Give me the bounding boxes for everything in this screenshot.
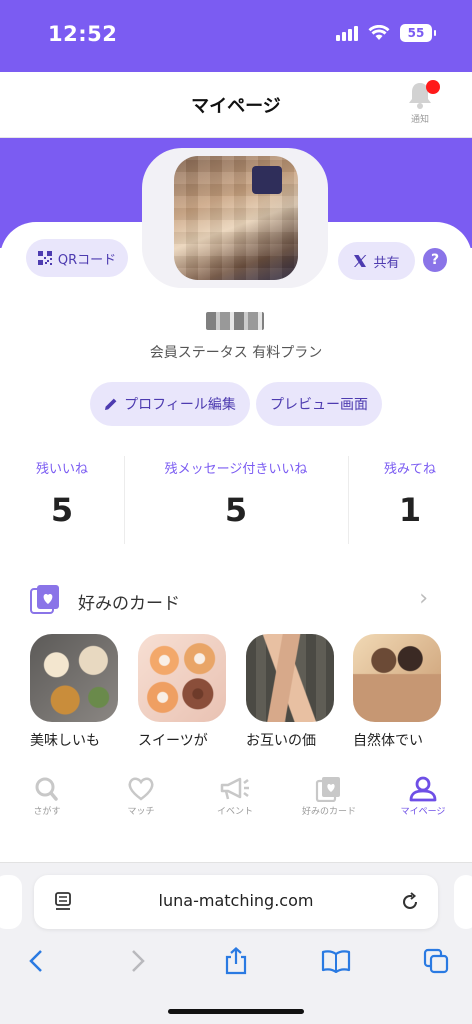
address-bar[interactable]: luna-matching.com [34, 875, 438, 929]
bookmarks-button[interactable] [316, 943, 356, 979]
stats-row: 残いいね 5 残メッセージ付きいいね 5 残みてね 1 [0, 452, 472, 548]
browser-nav-row [0, 943, 472, 979]
previous-tab-preview[interactable] [0, 875, 22, 929]
stat-value: 5 [50, 491, 74, 529]
preference-card-label: スイーツが [138, 733, 208, 749]
share-button[interactable] [216, 943, 256, 979]
notification-label: 通知 [410, 115, 429, 125]
username-obscured [206, 312, 264, 330]
cellular-signal-icon [336, 25, 358, 41]
chevron-right-icon[interactable]: › [419, 586, 428, 611]
avatar-badge [252, 166, 282, 194]
home-indicator [168, 1009, 304, 1014]
book-icon [321, 950, 351, 973]
stat-likes: 残いいね 5 [0, 452, 124, 548]
person-icon [409, 776, 437, 802]
tab-mypage[interactable]: マイページ [376, 776, 470, 817]
search-icon [35, 777, 58, 801]
bottom-tab-bar: さがす マッチ イベント 好みのカード マイページ [0, 766, 472, 826]
preference-card[interactable]: 自然体でい [353, 634, 445, 750]
app-header: マイページ 通知 [0, 72, 472, 138]
tab-label: さがす [33, 807, 61, 817]
status-time: 12:52 [48, 22, 118, 46]
stat-label: 残メッセージ付きいいね [164, 462, 308, 477]
share-icon [225, 947, 247, 975]
next-tab-preview[interactable] [454, 875, 472, 929]
preview-label: プレビュー画面 [270, 397, 368, 413]
preference-card[interactable]: スイーツが [138, 634, 230, 750]
member-status: 会員ステータス 有料プラン [149, 345, 323, 361]
stat-look-requests: 残みてね 1 [348, 452, 472, 548]
status-icons: 55 [336, 24, 436, 42]
tab-search[interactable]: さがす [0, 776, 94, 817]
share-x-button[interactable]: 共有 [338, 242, 415, 280]
url-text: luna-matching.com [158, 891, 314, 910]
avatar[interactable] [174, 156, 298, 280]
preference-card-label: 自然体でい [353, 733, 423, 749]
qr-code-button[interactable]: QRコード [26, 239, 128, 277]
preference-card-label: お互いの価 [246, 733, 316, 749]
tab-label: 好みのカード [301, 807, 356, 817]
preference-cards-header[interactable]: 好みのカード › [30, 580, 442, 620]
wifi-icon [368, 25, 390, 40]
help-button[interactable]: ? [423, 248, 447, 272]
stat-message-likes: 残メッセージ付きいいね 5 [124, 452, 348, 548]
cards-icon [315, 777, 340, 802]
tab-match[interactable]: マッチ [94, 776, 188, 817]
stat-value: 1 [398, 491, 422, 529]
qr-code-label: QRコード [57, 252, 117, 268]
tab-event[interactable]: イベント [188, 776, 282, 817]
chevron-left-icon [29, 950, 42, 972]
tabs-icon [423, 948, 449, 974]
edit-profile-button[interactable]: プロフィール編集 [90, 382, 250, 426]
preference-cards-list: 美味しいも スイーツが お互いの価 自然体でい [30, 634, 472, 754]
reload-icon[interactable] [400, 892, 420, 912]
chevron-right-icon [132, 950, 145, 972]
preference-card-image [353, 634, 441, 722]
megaphone-icon [220, 777, 249, 800]
forward-button[interactable] [118, 943, 158, 979]
notification-badge [426, 80, 440, 94]
preference-cards-title: 好みのカード [78, 594, 180, 614]
preference-card-image [246, 634, 334, 722]
share-label: 共有 [373, 255, 400, 271]
stat-label: 残いいね [35, 462, 88, 477]
preference-card-image [30, 634, 118, 722]
back-button[interactable] [16, 943, 56, 979]
preference-card[interactable]: 美味しいも [30, 634, 122, 750]
x-logo-icon [354, 255, 367, 267]
preference-card-label: 美味しいも [30, 733, 100, 749]
notification-button[interactable]: 通知 [400, 80, 440, 125]
preview-button[interactable]: プレビュー画面 [256, 382, 382, 426]
edit-profile-label: プロフィール編集 [124, 397, 236, 413]
cards-heart-icon [30, 585, 59, 614]
preference-card[interactable]: お互いの価 [246, 634, 338, 750]
stat-label: 残みてね [383, 462, 436, 477]
preference-card-image [138, 634, 226, 722]
tab-preference-cards[interactable]: 好みのカード [282, 776, 376, 817]
tabs-button[interactable] [416, 943, 456, 979]
heart-icon [128, 777, 154, 801]
pencil-icon [105, 398, 117, 410]
tab-label: イベント [216, 807, 253, 817]
status-bar: 12:52 55 [0, 0, 472, 72]
tab-label: マッチ [127, 807, 155, 817]
stat-value: 5 [224, 491, 248, 529]
tab-label: マイページ [400, 807, 446, 817]
qr-code-icon [37, 251, 52, 265]
browser-toolbar: luna-matching.com [0, 862, 472, 1024]
battery-icon: 55 [400, 24, 436, 42]
